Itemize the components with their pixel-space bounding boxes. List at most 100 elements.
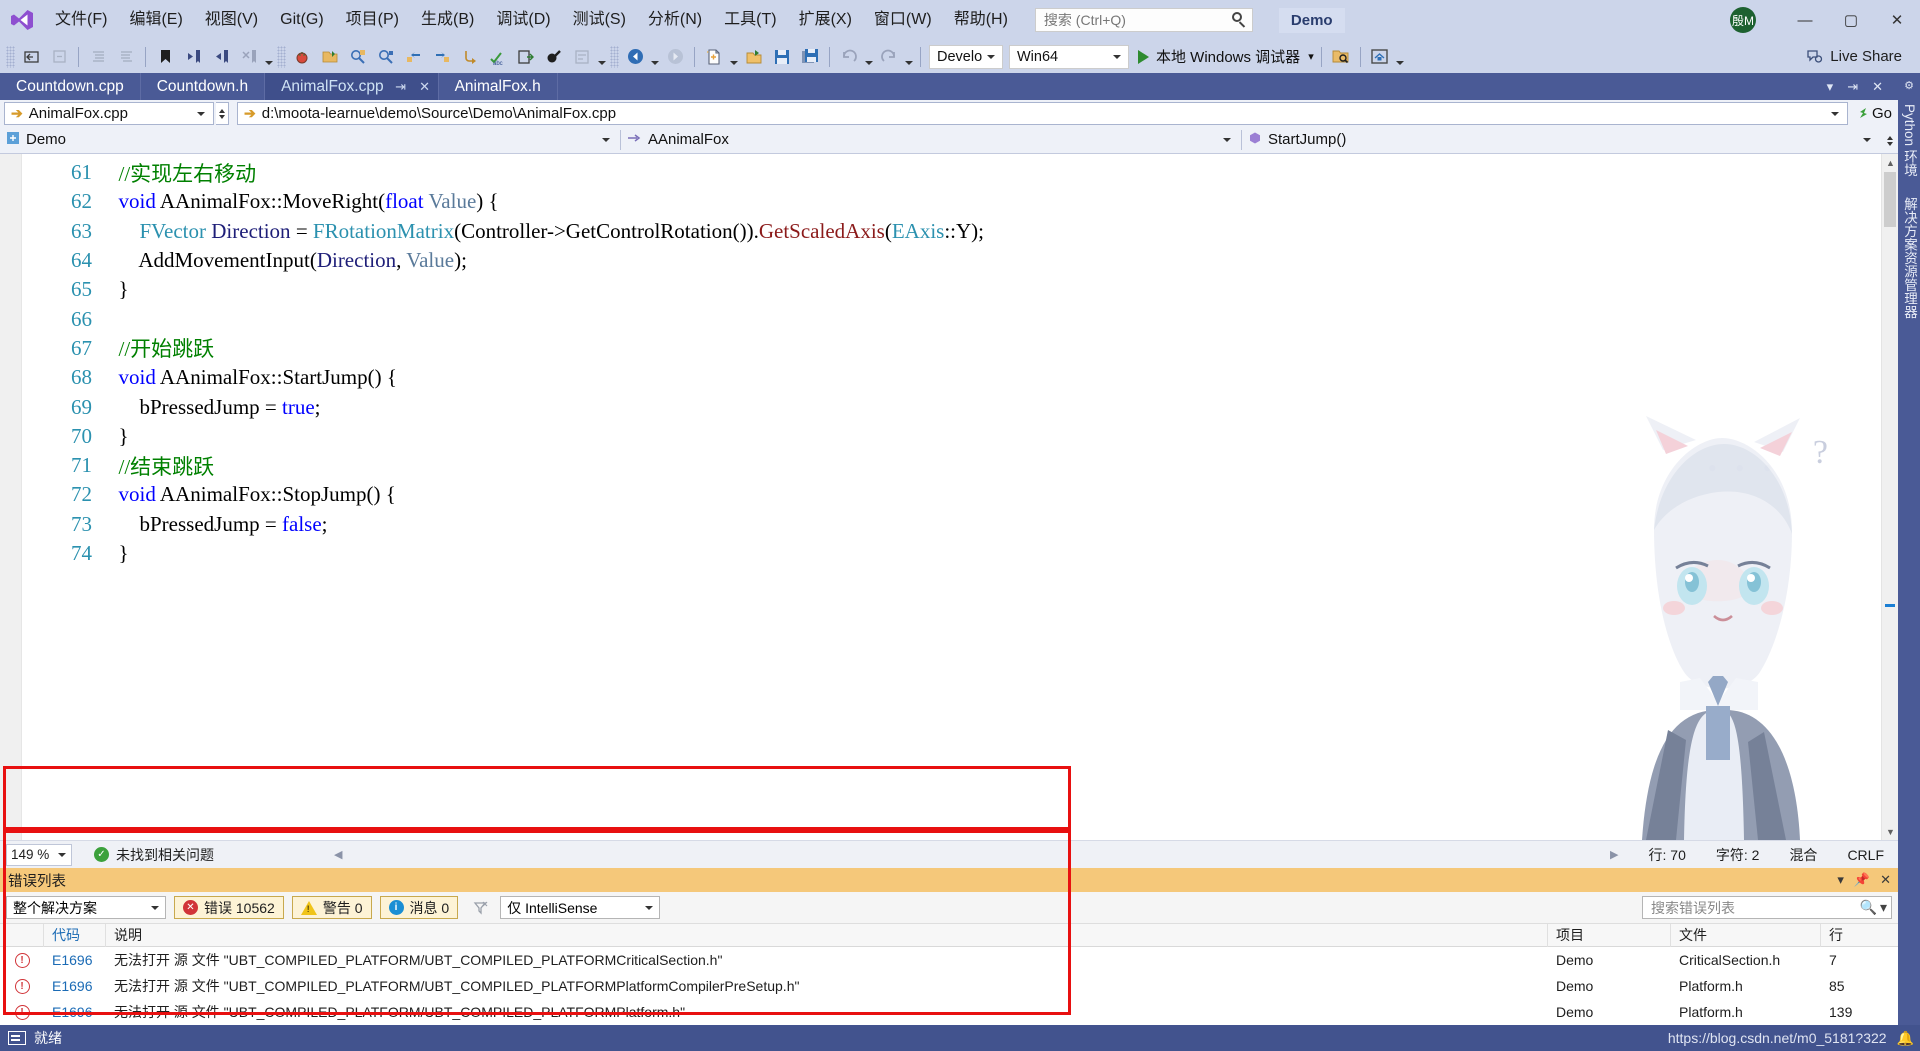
bookmarks-overflow-caret[interactable] — [263, 44, 275, 70]
code-line[interactable]: 64 AddMovementInput(Direction, Value); — [0, 246, 1898, 275]
chevron-down-icon[interactable] — [1825, 112, 1845, 116]
column-header-icon[interactable] — [0, 924, 44, 947]
chevron-down-icon[interactable] — [145, 906, 165, 910]
dock-tab-solution-explorer[interactable]: 解决方案资源管理器 — [1896, 187, 1920, 329]
issues-prev-arrow[interactable]: ◀ — [334, 848, 342, 861]
maximize-button[interactable]: ▢ — [1828, 0, 1874, 40]
menu-item-window[interactable]: 窗口(W) — [863, 0, 943, 40]
toggle-outline-icon[interactable] — [18, 44, 44, 70]
next-bookmark-icon[interactable] — [208, 44, 234, 70]
member-selector-combo[interactable]: StartJump() — [1242, 127, 1881, 152]
toolbar-overflow-caret[interactable] — [1394, 44, 1406, 70]
menu-item-view[interactable]: 视图(V) — [194, 0, 269, 40]
redo-icon[interactable] — [876, 44, 902, 70]
go-button[interactable]: Go — [1850, 100, 1898, 127]
redo-dropdown-caret[interactable] — [903, 44, 915, 70]
toolbar-grip[interactable] — [6, 45, 15, 68]
file-spinner[interactable] — [216, 102, 229, 125]
messages-filter-button[interactable]: i 消息 0 — [379, 896, 459, 919]
column-header-description[interactable]: 说明 — [106, 924, 1548, 947]
menu-item-git[interactable]: Git(G) — [269, 0, 335, 40]
live-share-button[interactable]: Live Share — [1806, 48, 1920, 65]
menu-item-edit[interactable]: 编辑(E) — [118, 0, 193, 40]
live-preview-icon[interactable] — [1367, 44, 1393, 70]
chevron-down-icon[interactable] — [1216, 138, 1238, 142]
refactor-overflow-caret[interactable] — [596, 44, 608, 70]
split-view-toggle[interactable] — [1883, 129, 1896, 152]
spell-check-icon[interactable]: abc — [485, 44, 511, 70]
table-row[interactable]: ! E1696 无法打开 源 文件 "UBT_COMPILED_PLATFORM/U… — [0, 947, 1898, 973]
code-line[interactable]: 63 FVector Direction = FRotationMatrix(C… — [0, 217, 1898, 246]
navigate-forward-icon[interactable] — [429, 44, 455, 70]
clear-bookmarks-icon[interactable] — [236, 44, 262, 70]
scroll-down-button[interactable]: ▼ — [1882, 823, 1898, 840]
search-input[interactable]: 搜索 (Ctrl+Q) — [1034, 8, 1253, 32]
avatar[interactable]: 殷M — [1730, 7, 1756, 33]
dock-tab-python-environments[interactable]: Python 环境 — [1896, 94, 1920, 187]
chevron-down-icon[interactable]: ▾ — [1308, 50, 1314, 63]
warnings-filter-button[interactable]: 警告 0 — [291, 896, 372, 919]
navigate-back-dropdown-caret[interactable] — [649, 44, 661, 70]
save-all-icon[interactable] — [797, 44, 823, 70]
close-panel-icon[interactable]: ✕ — [1880, 872, 1891, 888]
line-ending-label[interactable]: CRLF — [1847, 847, 1884, 863]
menu-item-extensions[interactable]: 扩展(X) — [788, 0, 863, 40]
menu-item-project[interactable]: 项目(P) — [335, 0, 410, 40]
tab-countdown-h[interactable]: Countdown.h — [140, 73, 266, 100]
column-header-file[interactable]: 文件 — [1671, 924, 1821, 947]
tab-countdown-cpp[interactable]: Countdown.cpp — [0, 73, 141, 100]
undo-dropdown-caret[interactable] — [863, 44, 875, 70]
find-all-references-icon[interactable] — [345, 44, 371, 70]
navigate-forward-disabled-icon[interactable] — [662, 44, 688, 70]
open-project-icon[interactable] — [741, 44, 767, 70]
table-row[interactable]: ! E1696 无法打开 源 文件 "UBT_COMPILED_PLATFORM/U… — [0, 999, 1898, 1025]
encoding-label[interactable]: 混合 — [1789, 845, 1817, 865]
save-icon[interactable] — [769, 44, 795, 70]
chevron-down-icon[interactable]: ▾ — [1880, 899, 1887, 916]
previous-bookmark-icon[interactable] — [180, 44, 206, 70]
table-row[interactable]: ! E1696 无法打开 源 文件 "UBT_COMPILED_PLATFORM/U… — [0, 973, 1898, 999]
uncomment-lines-icon[interactable] — [113, 44, 139, 70]
file-path-combo[interactable]: ➔ d:\moota-learnue\demo\Source\Demo\Anim… — [237, 102, 1848, 125]
file-selector-combo[interactable]: ➔ AnimalFox.cpp — [4, 102, 214, 125]
notifications-icon[interactable]: 🔔 — [1897, 1030, 1914, 1047]
tab-animalfox-cpp[interactable]: AnimalFox.cpp ⇥ ✕ — [265, 73, 439, 100]
issues-next-arrow[interactable]: ▶ — [1610, 848, 1618, 861]
code-line[interactable]: 67 //开始跳跃 — [0, 334, 1898, 363]
close-document-icon[interactable]: ✕ — [1865, 79, 1890, 95]
code-line[interactable]: 61 //实现左右移动 — [0, 158, 1898, 187]
attach-debugger-icon[interactable] — [289, 44, 315, 70]
close-button[interactable]: ✕ — [1874, 0, 1920, 40]
navigate-back-icon[interactable] — [622, 44, 648, 70]
solution-platform-combo[interactable]: Win64 — [1009, 44, 1129, 69]
code-editor[interactable]: 61 //实现左右移动 62 void AAnimalFox::MoveRight… — [0, 154, 1898, 840]
menu-item-analyze[interactable]: 分析(N) — [637, 0, 713, 40]
toggle-word-wrap-icon[interactable] — [569, 44, 595, 70]
scroll-up-button[interactable]: ▲ — [1882, 154, 1898, 171]
close-tab-icon[interactable]: ✕ — [418, 79, 432, 95]
chevron-down-icon[interactable] — [982, 55, 1000, 59]
column-header-project[interactable]: 项目 — [1548, 924, 1671, 947]
toolbar-grip-3[interactable] — [610, 45, 619, 68]
gear-icon[interactable]: ⚙ — [1904, 79, 1914, 92]
build-intellisense-combo[interactable]: 仅 IntelliSense — [500, 896, 661, 919]
tab-animalfox-h[interactable]: AnimalFox.h — [438, 73, 558, 100]
menu-item-debug[interactable]: 调试(D) — [485, 0, 561, 40]
code-line[interactable]: 66 — [0, 304, 1898, 333]
search-icon[interactable]: 🔍 — [1860, 899, 1877, 916]
code-line[interactable]: 65 } — [0, 275, 1898, 304]
tab-list-dropdown-icon[interactable]: ▾ — [1820, 79, 1841, 95]
scrollbar-thumb[interactable] — [1884, 172, 1896, 227]
menu-item-file[interactable]: 文件(F) — [44, 0, 118, 40]
encapsulate-field-icon[interactable] — [541, 44, 567, 70]
pin-tab-icon[interactable]: ⇥ — [394, 79, 408, 95]
open-folder-search-icon[interactable] — [1328, 44, 1354, 70]
editor-vertical-scrollbar[interactable]: ▲ ▼ — [1881, 154, 1898, 840]
toggle-bookmark-icon[interactable] — [152, 44, 178, 70]
error-scope-combo[interactable]: 整个解决方案 — [6, 896, 166, 919]
open-file-icon[interactable] — [317, 44, 343, 70]
menu-item-tools[interactable]: 工具(T) — [713, 0, 787, 40]
class-selector-combo[interactable]: AAnimalFox — [621, 127, 1241, 152]
column-header-code[interactable]: 代码 — [44, 924, 106, 947]
code-line[interactable]: 68 void AAnimalFox::StartJump() { — [0, 363, 1898, 392]
